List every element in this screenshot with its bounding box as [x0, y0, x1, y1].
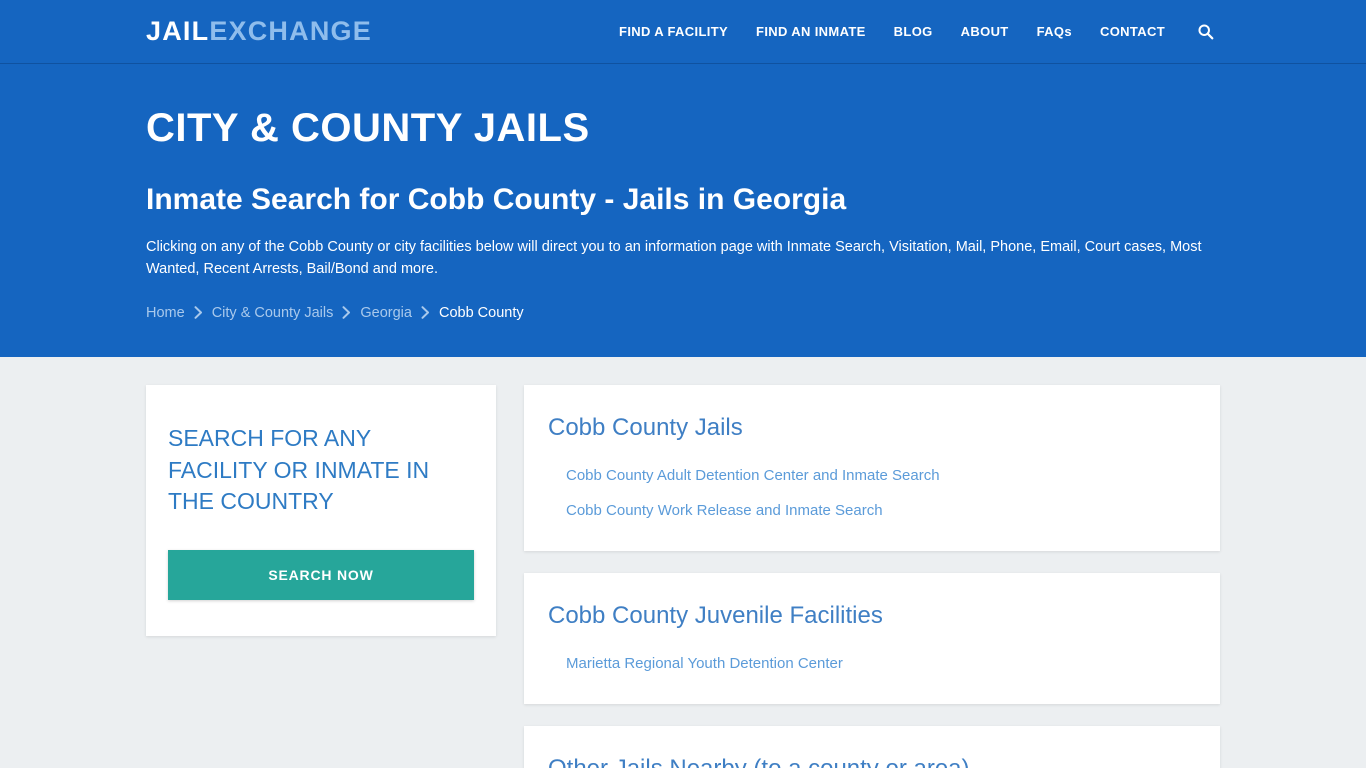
- breadcrumb-item-georgia[interactable]: Georgia: [360, 305, 412, 321]
- nav-item-blog[interactable]: BLOG: [880, 0, 947, 64]
- facility-list-column: Cobb County Jails Cobb County Adult Dete…: [524, 385, 1220, 768]
- hero-container: CITY & COUNTY JAILS Inmate Search for Co…: [128, 106, 1238, 321]
- sidebar: SEARCH FOR ANY FACILITY OR INMATE IN THE…: [146, 385, 496, 637]
- facility-link[interactable]: Cobb County Work Release and Inmate Sear…: [566, 502, 883, 519]
- facility-card-heading: Other Jails Nearby (to a county or area): [548, 754, 1196, 768]
- list-item: Cobb County Work Release and Inmate Sear…: [566, 500, 1196, 521]
- facility-card-other-jails-nearby: Other Jails Nearby (to a county or area): [524, 726, 1220, 768]
- breadcrumb-item-city-county-jails[interactable]: City & County Jails: [212, 305, 334, 321]
- facility-links-list: Cobb County Adult Detention Center and I…: [548, 465, 1196, 521]
- header-container: JAILEXCHANGE FIND A FACILITY FIND AN INM…: [128, 0, 1238, 63]
- body-container: SEARCH FOR ANY FACILITY OR INMATE IN THE…: [128, 385, 1238, 768]
- search-now-button[interactable]: SEARCH NOW: [168, 550, 474, 601]
- nav-item-find-an-inmate[interactable]: FIND AN INMATE: [742, 0, 880, 64]
- chevron-right-icon: [421, 306, 430, 320]
- hero-section: CITY & COUNTY JAILS Inmate Search for Co…: [0, 64, 1366, 357]
- search-icon[interactable]: [1179, 23, 1220, 40]
- search-promo-heading: SEARCH FOR ANY FACILITY OR INMATE IN THE…: [168, 425, 430, 515]
- chevron-right-icon: [342, 306, 351, 320]
- nav-item-about[interactable]: ABOUT: [947, 0, 1023, 64]
- facility-card-heading: Cobb County Jails: [548, 414, 743, 441]
- list-item: Marietta Regional Youth Detention Center: [566, 653, 1196, 674]
- logo-text-primary: JAIL: [146, 16, 210, 46]
- main-navigation: FIND A FACILITY FIND AN INMATE BLOG ABOU…: [605, 0, 1220, 64]
- breadcrumb: Home City & County Jails Georgia Cobb Co…: [146, 305, 1220, 321]
- facility-links-list: Marietta Regional Youth Detention Center: [548, 653, 1196, 674]
- nav-item-contact[interactable]: CONTACT: [1086, 0, 1179, 64]
- nav-item-faqs[interactable]: FAQs: [1023, 0, 1086, 64]
- page-title: CITY & COUNTY JAILS: [146, 106, 590, 150]
- page-body: SEARCH FOR ANY FACILITY OR INMATE IN THE…: [0, 357, 1366, 768]
- facility-card-heading: Cobb County Juvenile Facilities: [548, 602, 883, 629]
- logo-text-secondary: EXCHANGE: [209, 16, 372, 46]
- facility-link[interactable]: Marietta Regional Youth Detention Center: [566, 655, 843, 672]
- facility-card-jails: Cobb County Jails Cobb County Adult Dete…: [524, 385, 1220, 551]
- site-header: JAILEXCHANGE FIND A FACILITY FIND AN INM…: [0, 0, 1366, 64]
- nav-item-find-a-facility[interactable]: FIND A FACILITY: [605, 0, 742, 64]
- chevron-right-icon: [194, 306, 203, 320]
- search-promo-card: SEARCH FOR ANY FACILITY OR INMATE IN THE…: [146, 385, 496, 637]
- breadcrumb-item-cobb-county: Cobb County: [438, 304, 524, 321]
- facility-link[interactable]: Cobb County Adult Detention Center and I…: [566, 467, 940, 484]
- site-logo[interactable]: JAILEXCHANGE: [146, 18, 372, 45]
- breadcrumb-item-home[interactable]: Home: [146, 305, 185, 321]
- list-item: Cobb County Adult Detention Center and I…: [566, 465, 1196, 486]
- facility-card-juvenile: Cobb County Juvenile Facilities Marietta…: [524, 573, 1220, 704]
- page-subtitle: Inmate Search for Cobb County - Jails in…: [146, 183, 847, 216]
- page-description: Clicking on any of the Cobb County or ci…: [146, 239, 1202, 278]
